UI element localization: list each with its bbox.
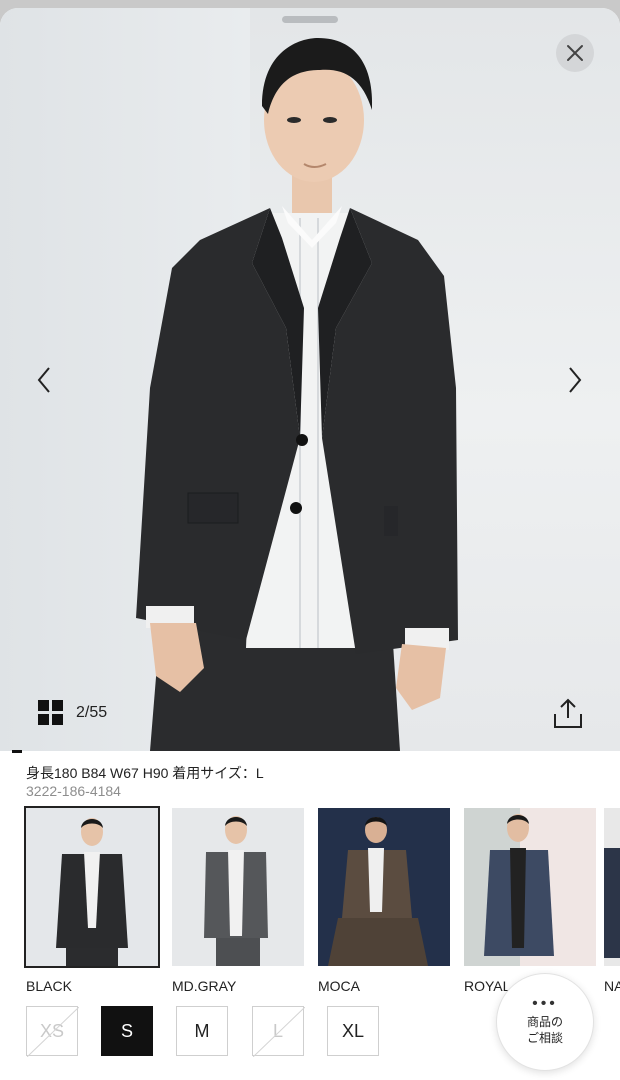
color-thumbnail (172, 808, 304, 966)
chevron-left-icon (37, 367, 50, 393)
color-option-black[interactable]: BLACK (24, 806, 160, 994)
color-variant-list: BLACK MD.GRAY MOCA ROYAL NA (0, 806, 620, 998)
unavailable-slash-icon (253, 1007, 305, 1057)
color-label: BLACK (26, 978, 72, 994)
more-dots-icon: ••• (532, 995, 558, 1012)
color-option-royal[interactable]: ROYAL (464, 808, 596, 994)
color-option-na[interactable]: NA (604, 808, 620, 994)
grid-icon (38, 700, 63, 725)
size-option-s[interactable]: S (101, 1006, 153, 1056)
color-thumbnail (24, 806, 160, 968)
size-option-xl[interactable]: XL (327, 1006, 379, 1056)
color-label: NA (604, 978, 620, 994)
color-thumbnail (318, 808, 450, 966)
size-option-l[interactable]: L (252, 1006, 305, 1057)
close-button[interactable] (556, 34, 594, 72)
product-consultation-button[interactable]: ••• 商品の ご相談 (496, 973, 594, 1071)
chevron-right-icon (569, 367, 582, 393)
unavailable-slash-icon (27, 1007, 79, 1057)
image-counter-text: 2/55 (76, 704, 108, 721)
product-photo (136, 38, 458, 751)
size-option-xs[interactable]: XS (26, 1006, 79, 1057)
color-label: MOCA (318, 978, 360, 994)
size-label: S (120, 1020, 133, 1041)
size-label: XL (341, 1020, 365, 1041)
product-image-sheet: 2/55 身長180 B84 W67 H90 着用サイズ：L 3222-186-… (0, 8, 620, 1080)
color-option-moca[interactable]: MOCA (318, 808, 450, 994)
model-measurements: 身長180 B84 W67 H90 着用サイズ：L (26, 765, 264, 781)
product-code: 3222-186-4184 (26, 783, 121, 799)
color-label: MD.GRAY (172, 978, 237, 994)
size-label: M (194, 1020, 210, 1041)
scroll-indicator (12, 750, 22, 753)
share-icon (554, 698, 582, 728)
sheet-grab-handle[interactable] (282, 16, 338, 23)
size-option-m[interactable]: M (176, 1006, 228, 1056)
image-counter[interactable]: 2/55 (38, 700, 107, 726)
close-icon (567, 45, 583, 61)
consult-label-line1: 商品の (526, 1015, 563, 1029)
share-button[interactable] (552, 696, 584, 730)
previous-image-button[interactable] (24, 360, 64, 400)
color-option-md-gray[interactable]: MD.GRAY (172, 808, 304, 994)
color-thumbnail (604, 808, 620, 966)
consult-label-line2: ご相談 (526, 1031, 563, 1045)
product-image-viewer[interactable]: 2/55 (0, 8, 620, 751)
color-thumbnail (464, 808, 596, 966)
next-image-button[interactable] (555, 360, 595, 400)
